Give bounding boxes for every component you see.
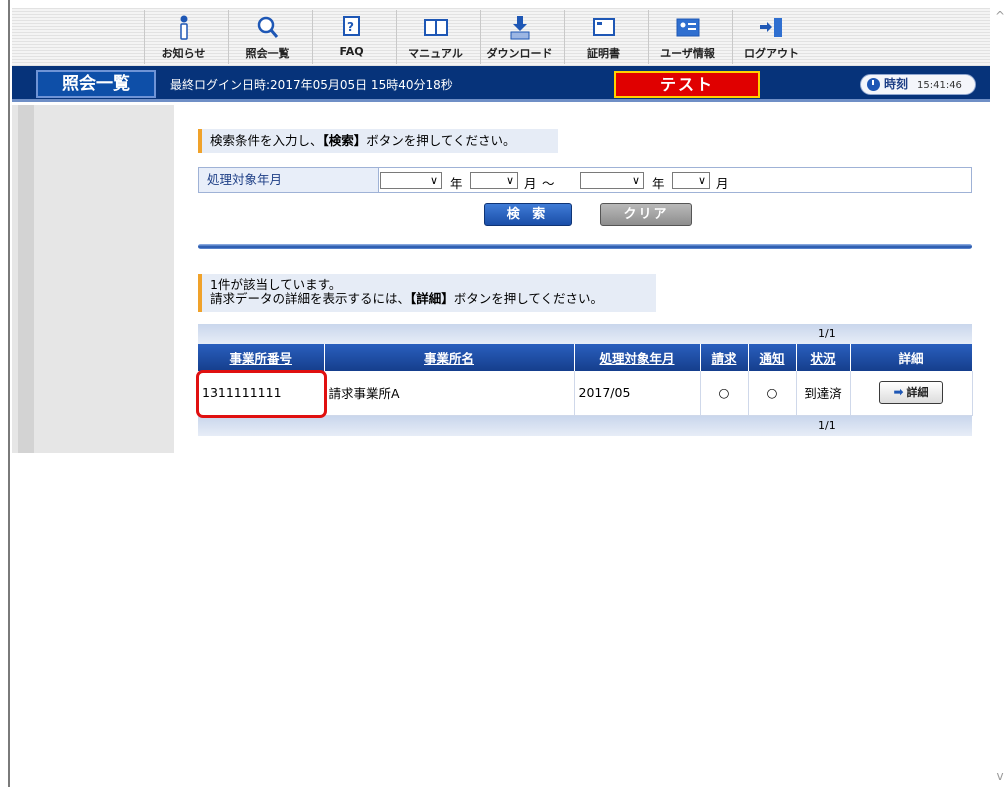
toolbar-button-manual[interactable]: マニュアル <box>396 10 474 64</box>
title-bar: 照会一覧 最終ログイン日時:2017年05月05日 15時40分18秒 テスト … <box>12 66 990 102</box>
toolbar-button-logout[interactable]: ログアウト <box>732 10 810 64</box>
clock-time: 15:41:46 <box>917 80 962 91</box>
certificate-icon <box>589 14 619 42</box>
cell-detail: ➡ 詳細 <box>850 371 973 416</box>
toolbar-button-faq[interactable]: ? FAQ <box>312 10 390 64</box>
result-count-text: 1件が該当しています。 <box>210 277 342 292</box>
clock-icon <box>867 78 880 91</box>
cell-claim: ○ <box>700 371 749 416</box>
chevron-down-icon: ∨ <box>505 174 514 187</box>
logout-icon <box>757 14 787 42</box>
clock-display: 時刻 15:41:46 <box>860 74 976 95</box>
highlight-annotation <box>196 370 327 418</box>
toolbar-button-user-info[interactable]: ユーザ情報 <box>648 10 726 64</box>
toolbar-label: 証明書 <box>587 47 620 60</box>
instruction-bold: 【検索】 <box>322 133 367 148</box>
table-header-row: 事業所番号 事業所名 処理対象年月 請求 通知 状況 詳細 <box>198 344 973 371</box>
toolbar-label: マニュアル <box>408 47 463 60</box>
faq-icon: ? <box>337 14 367 42</box>
user-info-icon <box>673 14 703 42</box>
vertical-scrollbar[interactable]: ^ v <box>992 0 1008 787</box>
toolbar-label: ログアウト <box>744 47 799 60</box>
section-divider <box>198 244 972 249</box>
column-header-office-no[interactable]: 事業所番号 <box>198 344 325 371</box>
end-month-select[interactable]: ∨ <box>672 172 710 189</box>
cell-status: 到達済 <box>796 371 851 416</box>
chevron-down-icon: ∨ <box>631 174 640 187</box>
column-header-detail: 詳細 <box>850 344 973 371</box>
period-field-label: 処理対象年月 <box>199 168 379 192</box>
search-button[interactable]: 検 索 <box>484 203 572 226</box>
instruction-text: 検索条件を入力し、 <box>210 133 323 148</box>
start-month-select[interactable]: ∨ <box>470 172 518 189</box>
left-sidebar <box>12 105 174 453</box>
page-indicator: 1/1 <box>818 419 836 432</box>
chevron-down-icon: ∨ <box>697 174 706 187</box>
info-icon <box>169 14 199 42</box>
unit-month: 月 <box>716 176 729 191</box>
hint-bold: 【詳細】 <box>410 291 454 306</box>
clock-label: 時刻 <box>884 77 909 91</box>
unit-month: 月 <box>524 176 537 191</box>
search-condition-row: 処理対象年月 ∨ 年 ∨ 月 〜 ∨ 年 ∨ 月 <box>198 167 972 193</box>
svg-text:?: ? <box>347 20 354 34</box>
column-header-office-name[interactable]: 事業所名 <box>324 344 575 371</box>
clear-button[interactable]: クリア <box>600 203 692 226</box>
cell-period: 2017/05 <box>574 371 701 416</box>
range-separator: 〜 <box>542 176 555 191</box>
window-left-border <box>0 0 10 787</box>
search-icon <box>253 14 283 42</box>
detail-button-label: 詳細 <box>906 386 929 400</box>
pager-top: 1/1 <box>198 324 972 344</box>
cell-office-name: 請求事業所A <box>324 371 575 416</box>
cell-notice: ○ <box>748 371 797 416</box>
hint-text: ボタンを押してください。 <box>453 291 604 306</box>
column-header-period[interactable]: 処理対象年月 <box>574 344 701 371</box>
start-year-select[interactable]: ∨ <box>380 172 442 189</box>
toolbar-label: ダウンロード <box>486 47 553 60</box>
toolbar-button-news[interactable]: お知らせ <box>144 10 222 64</box>
unit-year: 年 <box>652 176 665 191</box>
result-hint: 請求データの詳細を表示するには、【詳細】ボタンを押してください。 <box>210 292 656 306</box>
toolbar-label: FAQ <box>339 45 364 58</box>
result-instruction: 1件が該当しています。 請求データの詳細を表示するには、【詳細】ボタンを押してく… <box>198 274 656 312</box>
page-indicator: 1/1 <box>818 327 836 340</box>
environment-badge: テスト <box>614 71 760 98</box>
scroll-up-icon[interactable]: ^ <box>994 10 1006 22</box>
last-login-text: 最終ログイン日時:2017年05月05日 15時40分18秒 <box>170 78 453 92</box>
column-header-status[interactable]: 状況 <box>796 344 851 371</box>
page-title: 照会一覧 <box>36 70 156 98</box>
pager-bottom: 1/1 <box>198 416 972 436</box>
download-icon <box>505 14 535 42</box>
column-header-claim[interactable]: 請求 <box>700 344 749 371</box>
search-instruction: 検索条件を入力し、【検索】ボタンを押してください。 <box>198 129 558 153</box>
left-sidebar-strip <box>18 105 34 453</box>
toolbar-button-certificate[interactable]: 証明書 <box>564 10 642 64</box>
unit-year: 年 <box>450 176 463 191</box>
toolbar-label: 照会一覧 <box>245 47 290 60</box>
column-header-notice[interactable]: 通知 <box>748 344 797 371</box>
arrow-right-icon: ➡ <box>893 385 904 400</box>
hint-text: 請求データの詳細を表示するには、 <box>210 291 411 306</box>
window-top <box>0 0 1008 8</box>
toolbar-label: ユーザ情報 <box>660 47 715 60</box>
toolbar-button-download[interactable]: ダウンロード <box>480 10 558 64</box>
chevron-down-icon: ∨ <box>429 174 438 187</box>
manual-book-icon <box>421 14 451 42</box>
end-year-select[interactable]: ∨ <box>580 172 644 189</box>
scroll-down-icon[interactable]: v <box>994 770 1006 782</box>
toolbar-label: お知らせ <box>161 47 206 60</box>
top-toolbar: お知らせ 照会一覧 ? FAQ マニュアル ダウンロード 証明書 ユーザ情報 ロ… <box>12 8 990 66</box>
instruction-text: ボタンを押してください。 <box>366 133 516 148</box>
detail-button[interactable]: ➡ 詳細 <box>879 381 943 405</box>
toolbar-button-inquiry-list[interactable]: 照会一覧 <box>228 10 306 64</box>
